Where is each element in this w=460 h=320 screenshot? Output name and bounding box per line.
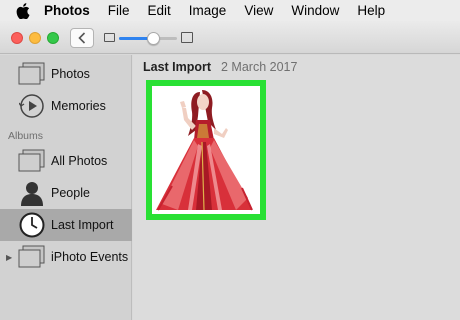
large-thumbnail-icon xyxy=(181,32,193,43)
memories-icon xyxy=(18,93,46,119)
menu-help[interactable]: Help xyxy=(357,3,385,18)
minimize-window-button[interactable] xyxy=(29,32,41,44)
albums-section-header: Albums xyxy=(8,130,44,142)
back-button[interactable] xyxy=(70,28,94,48)
photo-thumbnail[interactable] xyxy=(146,80,266,220)
fullscreen-window-button[interactable] xyxy=(47,32,59,44)
zoom-slider-track[interactable] xyxy=(119,32,177,45)
content-area: Last Import 2 March 2017 xyxy=(133,55,460,320)
menu-view[interactable]: View xyxy=(244,3,273,18)
window-toolbar xyxy=(0,21,460,54)
folder-icon xyxy=(18,244,46,270)
folder-icon xyxy=(18,148,46,174)
person-icon xyxy=(18,180,46,206)
sidebar: Photos Memories Albums All Photos People xyxy=(0,55,132,320)
menu-image[interactable]: Image xyxy=(189,3,227,18)
sidebar-item-label: Memories xyxy=(51,99,106,113)
sidebar-item-label: People xyxy=(51,186,90,200)
menu-edit[interactable]: Edit xyxy=(148,3,171,18)
sidebar-item-last-import[interactable]: Last Import xyxy=(0,209,132,241)
sidebar-item-all-photos[interactable]: All Photos xyxy=(0,145,132,177)
apple-logo-icon[interactable] xyxy=(14,2,32,20)
sidebar-item-memories[interactable]: Memories xyxy=(0,90,132,122)
menu-bar: Photos File Edit Image View Window Help xyxy=(0,0,460,21)
zoom-slider-knob[interactable] xyxy=(147,32,161,45)
content-title: Last Import xyxy=(143,60,212,74)
zoom-slider[interactable] xyxy=(104,32,194,45)
close-window-button[interactable] xyxy=(11,32,23,44)
clock-icon xyxy=(18,212,46,238)
sidebar-item-photos[interactable]: Photos xyxy=(0,58,132,90)
content-date: 2 March 2017 xyxy=(221,60,298,74)
photos-window: Photos Memories Albums All Photos People xyxy=(0,21,460,320)
disclosure-triangle-icon[interactable]: ▶ xyxy=(6,253,12,262)
woman-in-red-dress-image xyxy=(152,86,260,214)
sidebar-item-label: iPhoto Events xyxy=(51,250,129,264)
photos-icon xyxy=(18,61,46,87)
sidebar-item-label: All Photos xyxy=(51,154,108,168)
menu-window[interactable]: Window xyxy=(291,3,339,18)
sidebar-item-label: Last Import xyxy=(51,218,114,232)
sidebar-item-label: Photos xyxy=(51,67,90,81)
menu-file[interactable]: File xyxy=(108,3,130,18)
menu-app-name[interactable]: Photos xyxy=(44,3,90,18)
chevron-left-icon xyxy=(78,32,86,44)
small-thumbnail-icon xyxy=(104,33,115,42)
sidebar-item-people[interactable]: People xyxy=(0,177,132,209)
sidebar-item-iphoto-events[interactable]: ▶ iPhoto Events xyxy=(0,241,132,273)
